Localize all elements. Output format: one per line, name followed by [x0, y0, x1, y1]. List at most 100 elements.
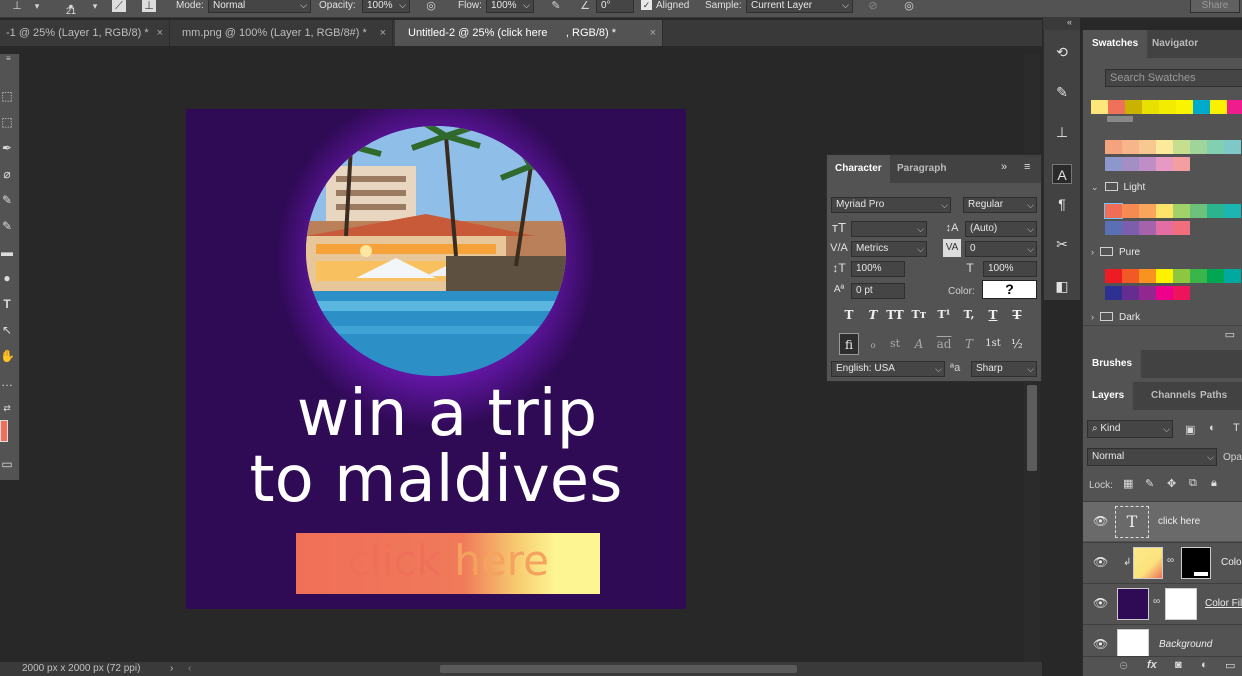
add-mask-icon[interactable]: ◙: [1175, 659, 1182, 671]
pastel-swatch[interactable]: [1156, 157, 1173, 171]
light-swatch[interactable]: [1122, 221, 1139, 235]
link-icon[interactable]: ∞: [1153, 596, 1160, 607]
tools-options-icon[interactable]: ✂: [1052, 234, 1072, 254]
close-icon[interactable]: ×: [380, 20, 386, 46]
light-swatch[interactable]: [1139, 204, 1156, 218]
pastel-swatch[interactable]: [1224, 140, 1241, 154]
font-family-select[interactable]: Myriad Pro ⌵: [831, 197, 951, 213]
light-swatch[interactable]: [1173, 204, 1190, 218]
visibility-eye-icon[interactable]: 👁︎: [1093, 514, 1108, 528]
pastel-swatch[interactable]: [1105, 157, 1122, 171]
layer-name[interactable]: Background: [1159, 639, 1212, 650]
link-icon[interactable]: ∞: [1167, 555, 1174, 566]
clone-stamp-tool-icon[interactable]: ✎: [0, 218, 14, 234]
close-icon[interactable]: ×: [650, 20, 656, 46]
opacity-field[interactable]: 100% ⌵: [362, 0, 410, 13]
marquee-tool-icon[interactable]: ⬚: [0, 88, 14, 104]
recent-swatch[interactable]: [1091, 100, 1108, 114]
recent-swatch[interactable]: [1227, 100, 1242, 114]
blend-mode-select[interactable]: Normal ⌵: [1087, 448, 1217, 466]
pastel-swatch[interactable]: [1122, 157, 1139, 171]
pure-swatch[interactable]: [1207, 269, 1224, 283]
tab-swatches[interactable]: Swatches: [1083, 30, 1148, 58]
sample-select[interactable]: Current Layer ⌵: [746, 0, 853, 13]
font-size-field[interactable]: ⌵: [851, 221, 927, 237]
lasso-tool-icon[interactable]: ⬚: [0, 114, 14, 130]
pastel-swatch[interactable]: [1139, 157, 1156, 171]
light-swatch[interactable]: [1156, 221, 1173, 235]
pure-swatch[interactable]: [1224, 269, 1241, 283]
lock-transparent-icon[interactable]: ▦: [1123, 477, 1133, 490]
pure-swatch[interactable]: [1173, 286, 1190, 300]
gradient-tool-icon[interactable]: ▬: [0, 244, 14, 260]
aligned-checkbox[interactable]: ✓: [641, 0, 652, 10]
recent-swatch[interactable]: [1142, 100, 1159, 114]
history-panel-icon[interactable]: ⟲: [1052, 42, 1072, 62]
font-style-select[interactable]: Regular ⌵: [963, 197, 1037, 213]
light-swatch[interactable]: [1173, 221, 1190, 235]
filter-adjustment-layers-icon[interactable]: ◐: [1209, 422, 1216, 434]
pastel-swatch[interactable]: [1105, 140, 1122, 154]
light-swatch[interactable]: [1104, 203, 1123, 219]
adjustment-layer-icon[interactable]: ◐: [1201, 659, 1208, 671]
layer-mask-thumbnail[interactable]: [1165, 588, 1197, 620]
panel-collapse-icon[interactable]: »: [1001, 161, 1007, 173]
airbrush-icon[interactable]: ✎: [549, 0, 563, 12]
layer-name[interactable]: Color Fill: [1205, 598, 1242, 609]
contextual-alternates-button[interactable]: ℴ: [863, 333, 883, 355]
pure-swatch[interactable]: [1156, 269, 1173, 283]
clone-source-panel-icon[interactable]: ⊥: [142, 0, 156, 12]
pure-swatch[interactable]: [1139, 286, 1156, 300]
pure-swatch[interactable]: [1105, 286, 1122, 300]
chevron-down-icon[interactable]: ▾: [88, 0, 102, 12]
ignore-adjustment-layers-icon[interactable]: ⊘: [866, 0, 880, 12]
faux-italic-button[interactable]: T: [863, 305, 883, 325]
light-swatch[interactable]: [1122, 204, 1139, 218]
tracking-field[interactable]: 0 ⌵: [965, 241, 1037, 257]
subscript-button[interactable]: T,: [959, 305, 979, 325]
tab-navigator[interactable]: Navigator: [1143, 30, 1207, 58]
horizontal-scrollbar-thumb[interactable]: [440, 665, 797, 673]
eyedropper-tool-icon[interactable]: ✒: [0, 140, 14, 156]
new-group-icon[interactable]: ▭: [1225, 659, 1235, 672]
properties-panel-icon[interactable]: ◧: [1052, 276, 1072, 296]
panel-menu-icon[interactable]: ≡: [1024, 161, 1030, 173]
new-group-folder-icon[interactable]: ▭: [1225, 328, 1235, 341]
recent-swatch[interactable]: [1210, 100, 1227, 114]
filter-pixel-layers-icon[interactable]: ▣: [1185, 423, 1195, 436]
layer-filter-select[interactable]: ⌕ Kind ⌵: [1087, 420, 1173, 438]
mode-select[interactable]: Normal ⌵: [208, 0, 311, 13]
pastel-swatch[interactable]: [1207, 140, 1224, 154]
pure-swatch[interactable]: [1139, 269, 1156, 283]
fx-icon[interactable]: fx: [1147, 659, 1157, 671]
tab-paragraph[interactable]: Paragraph: [889, 155, 954, 183]
light-swatch[interactable]: [1207, 204, 1224, 218]
hand-tool-icon[interactable]: ✋: [0, 348, 15, 364]
brush-settings-icon[interactable]: ✎: [1052, 82, 1072, 102]
language-select[interactable]: English: USA ⌵: [831, 361, 945, 377]
pure-swatch[interactable]: [1156, 286, 1173, 300]
lock-position-icon[interactable]: ✥: [1167, 477, 1176, 490]
angle-field[interactable]: 0°: [596, 0, 634, 13]
layer-row[interactable]: 👁︎ ↲ ∞ Color: [1083, 542, 1242, 582]
lock-artboard-icon[interactable]: ⧉: [1189, 477, 1197, 490]
canvas-artboard[interactable]: win a trip to maldives click here: [186, 109, 686, 609]
tab-paths[interactable]: Paths: [1191, 382, 1236, 410]
all-caps-button[interactable]: TT: [885, 305, 905, 325]
share-button[interactable]: Share: [1190, 0, 1240, 13]
horizontal-scale-field[interactable]: 100%: [983, 261, 1037, 277]
pastel-swatch[interactable]: [1190, 140, 1207, 154]
visibility-eye-icon[interactable]: 👁︎: [1093, 596, 1108, 610]
titling-alternates-button[interactable]: T: [959, 333, 979, 355]
pure-swatch[interactable]: [1122, 286, 1139, 300]
pastel-swatch[interactable]: [1122, 140, 1139, 154]
lock-all-icon[interactable]: 🔒︎: [1211, 477, 1217, 490]
path-selection-tool-icon[interactable]: ↖: [0, 322, 14, 338]
ordinals-button[interactable]: 1st: [983, 333, 1003, 355]
tab-character[interactable]: Character: [827, 155, 890, 183]
visibility-eye-icon[interactable]: 👁︎: [1093, 555, 1108, 569]
pastel-swatch[interactable]: [1173, 140, 1190, 154]
underline-button[interactable]: T: [983, 305, 1003, 325]
superscript-button[interactable]: T¹: [934, 305, 954, 325]
layer-row[interactable]: 👁︎ T click here: [1083, 501, 1242, 541]
